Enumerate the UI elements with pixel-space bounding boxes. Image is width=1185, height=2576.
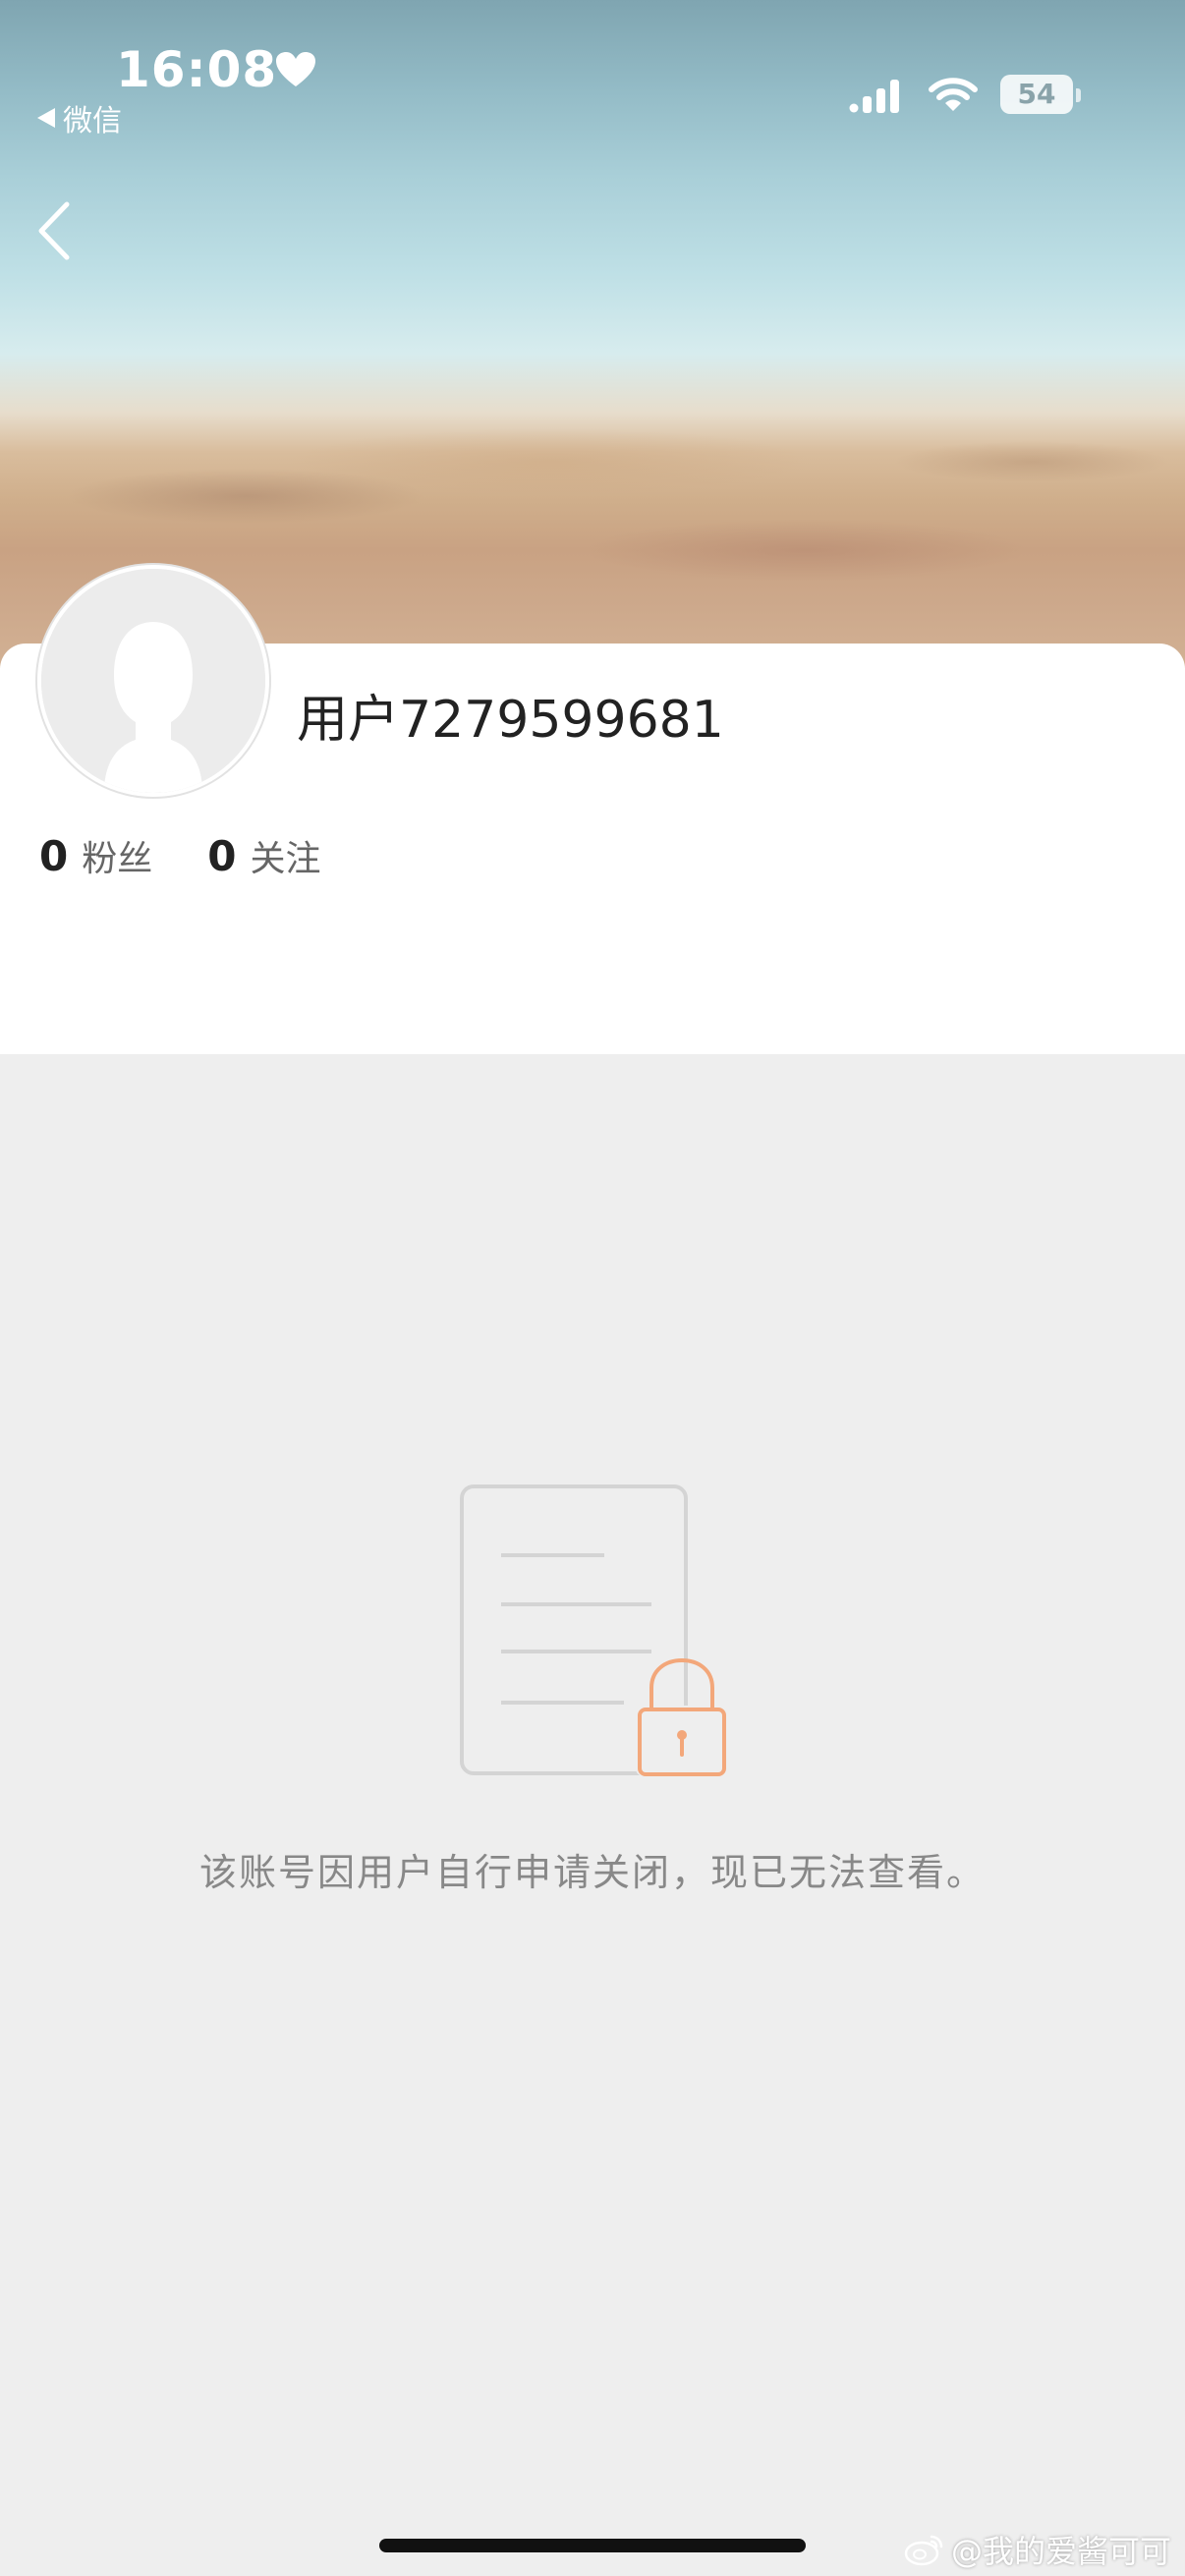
cellular-signal-icon [849, 80, 899, 113]
default-avatar-icon [41, 569, 265, 793]
battery-icon: 54 [1000, 75, 1073, 114]
follow-stats: 0 粉丝 0 关注 [39, 830, 376, 881]
wifi-icon [929, 78, 978, 111]
back-app-label: 微信 [63, 104, 122, 139]
back-to-app-button[interactable]: 微信 [37, 96, 122, 140]
status-time: 16:08 [116, 41, 278, 98]
account-closed-notice: 该账号因用户自行申请关闭，现已无法查看。 [198, 1851, 986, 1894]
watermark-text: @我的爱酱可可 [950, 2533, 1171, 2570]
weibo-watermark: @我的爱酱可可 [904, 2527, 1171, 2572]
following-count[interactable]: 0 [207, 832, 236, 880]
home-indicator[interactable] [379, 2539, 806, 2552]
followers-count[interactable]: 0 [39, 832, 68, 880]
weibo-logo-icon [904, 2535, 943, 2566]
followers-label[interactable]: 粉丝 [82, 830, 152, 881]
back-triangle-icon [37, 108, 55, 128]
status-bar: 16:08 微信 54 [0, 0, 1185, 140]
username: 用户7279599681 [297, 691, 724, 750]
following-label[interactable]: 关注 [250, 830, 320, 881]
heart-icon [276, 52, 315, 86]
battery-level: 54 [1017, 78, 1056, 110]
battery-tip [1076, 88, 1081, 102]
back-arrow-icon[interactable] [28, 196, 86, 265]
locked-document-icon [460, 1484, 728, 1776]
avatar[interactable] [37, 565, 269, 797]
